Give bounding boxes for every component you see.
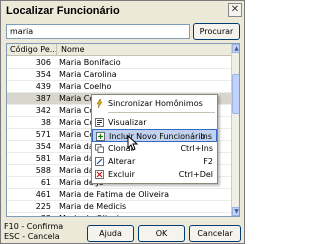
cell-code: 588 bbox=[35, 166, 51, 175]
clone-icon bbox=[95, 144, 104, 153]
status-cancel: ESC - Cancela bbox=[4, 232, 60, 241]
table-row[interactable]: 225 Maria de Medicis bbox=[7, 201, 231, 213]
column-header-code[interactable]: Código Pe... bbox=[7, 44, 57, 56]
cell-code: 225 bbox=[35, 202, 51, 211]
column-header-name[interactable]: Nome bbox=[58, 44, 231, 56]
menu-item-shortcut: F2 bbox=[203, 157, 213, 166]
status-confirm: F10 - Confirma bbox=[4, 222, 64, 231]
cell-name: Maria Coelho bbox=[59, 82, 112, 91]
dialog-window: Localizar Funcionário ✕ maria Procurar C… bbox=[0, 0, 245, 244]
search-button[interactable]: Procurar bbox=[193, 23, 240, 40]
sync-icon bbox=[96, 99, 103, 108]
cell-code: 61 bbox=[40, 178, 51, 187]
cell-code: 342 bbox=[35, 106, 51, 115]
cell-code: 461 bbox=[35, 190, 51, 199]
search-input[interactable]: maria bbox=[6, 24, 190, 39]
grid-header: Código Pe... Nome bbox=[7, 44, 231, 56]
cell-code: 581 bbox=[35, 154, 51, 163]
cell-code: 38 bbox=[40, 118, 51, 127]
menu-item-shortcut: Ctrl+Del bbox=[178, 170, 213, 179]
mouse-cursor-icon bbox=[127, 135, 139, 151]
table-row[interactable]: 461 Maria de Fatima de Oliveira bbox=[7, 189, 231, 201]
cell-name: Maria Carolina bbox=[59, 70, 117, 79]
close-button[interactable]: ✕ bbox=[228, 3, 242, 17]
edit-icon bbox=[95, 157, 104, 166]
scroll-down-icon[interactable]: ▼ bbox=[232, 207, 239, 216]
menu-separator bbox=[108, 112, 215, 113]
cell-code: 33 bbox=[7, 213, 55, 216]
window-title: Localizar Funcionário bbox=[6, 5, 120, 17]
menu-item-view[interactable]: Visualizar bbox=[92, 116, 217, 129]
menu-item-shortcut: Ctrl+Ins bbox=[180, 144, 213, 153]
menu-item-add[interactable]: Incluir Novo Funcionário Ins bbox=[92, 129, 217, 142]
table-row[interactable]: 306 Maria Bonifacio bbox=[7, 57, 231, 69]
menu-item-edit[interactable]: Alterar F2 bbox=[92, 155, 217, 168]
cell-code: 571 bbox=[35, 130, 51, 139]
view-icon bbox=[95, 118, 104, 127]
cell-code: 354 bbox=[35, 70, 51, 79]
scroll-thumb[interactable] bbox=[232, 74, 239, 114]
help-button[interactable]: Ajuda bbox=[87, 225, 134, 242]
cell-name: Maria Bonifacio bbox=[59, 58, 121, 67]
table-row[interactable]: 439 Maria Coelho bbox=[7, 81, 231, 93]
cell-code: 387 bbox=[35, 94, 51, 103]
menu-item-clone[interactable]: Clonar Ctrl+Ins bbox=[92, 142, 217, 155]
table-row[interactable]: 33 Maria de Oliveira bbox=[7, 213, 231, 216]
ok-button[interactable]: OK bbox=[138, 225, 185, 242]
menu-item-label: Visualizar bbox=[108, 118, 147, 127]
menu-item-label: Alterar bbox=[108, 157, 136, 166]
cell-code: 354 bbox=[35, 142, 51, 151]
table-row[interactable]: 354 Maria Carolina bbox=[7, 69, 231, 81]
vertical-scrollbar[interactable]: ▲ ▼ bbox=[231, 44, 239, 216]
menu-item-delete[interactable]: Excluir Ctrl+Del bbox=[92, 168, 217, 181]
cell-code: 439 bbox=[35, 82, 51, 91]
menu-item-label: Excluir bbox=[108, 170, 135, 179]
context-menu: Sincronizar Homônimos Visualizar Incluir… bbox=[91, 94, 218, 184]
cell-name: Maria de Oliveira bbox=[59, 213, 229, 216]
scroll-up-icon[interactable]: ▲ bbox=[232, 44, 239, 53]
delete-icon bbox=[95, 170, 104, 179]
menu-item-label: Sincronizar Homônimos bbox=[108, 99, 203, 108]
add-user-icon bbox=[96, 132, 105, 141]
cell-name: Maria de Medicis bbox=[59, 202, 127, 211]
menu-item-sync[interactable]: Sincronizar Homônimos bbox=[92, 97, 217, 110]
cell-name: Maria de Fatima de Oliveira bbox=[59, 190, 170, 199]
cell-code: 306 bbox=[35, 58, 51, 67]
cancel-button[interactable]: Cancelar bbox=[189, 225, 241, 242]
title-bar: Localizar Funcionário bbox=[2, 2, 243, 21]
